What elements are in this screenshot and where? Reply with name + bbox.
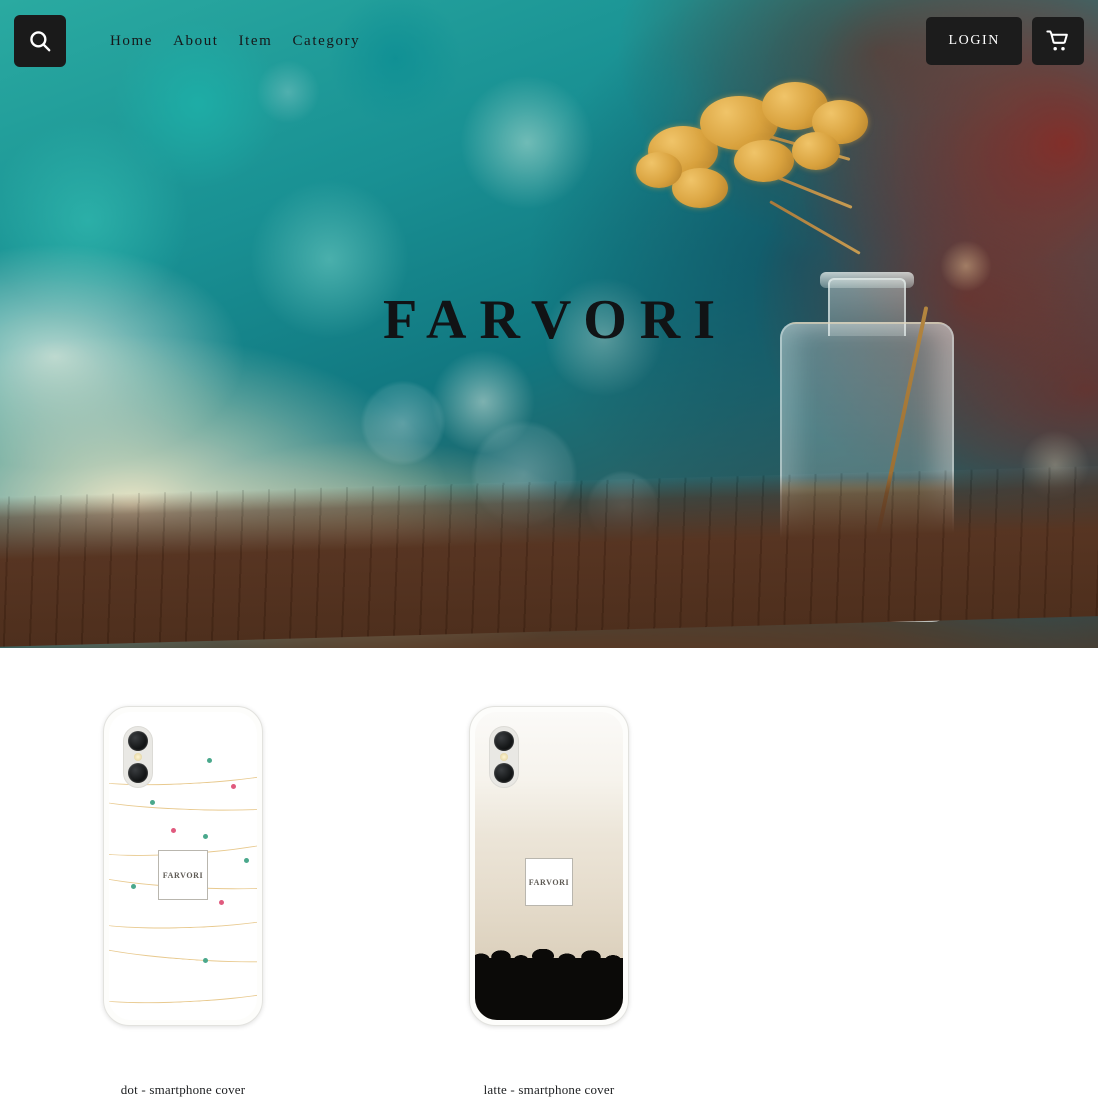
accent-dot bbox=[203, 834, 208, 839]
phone-case-art: FARVORI bbox=[475, 712, 623, 1020]
product-slot-empty bbox=[732, 706, 1098, 1098]
login-button[interactable]: LOGIN bbox=[926, 17, 1022, 65]
camera-flash bbox=[500, 753, 508, 761]
camera-flash bbox=[134, 753, 142, 761]
gold-wave-line bbox=[109, 928, 257, 968]
product-image-latte: FARVORI bbox=[469, 706, 629, 1026]
accent-dot bbox=[231, 784, 236, 789]
camera-lens bbox=[128, 731, 148, 751]
flower-head bbox=[734, 140, 794, 182]
camera-module bbox=[489, 726, 519, 788]
case-logo-box: FARVORI bbox=[158, 850, 208, 900]
camera-module bbox=[123, 726, 153, 788]
gold-wave-line bbox=[109, 1000, 257, 1020]
accent-dot bbox=[171, 828, 176, 833]
hero-section: Home About Item Category LOGIN FARVORI bbox=[0, 0, 1098, 648]
accent-dot bbox=[207, 758, 212, 763]
nav-item-item[interactable]: Item bbox=[239, 33, 273, 50]
case-logo-text: FARVORI bbox=[528, 877, 570, 887]
product-image-dot: FARVORI bbox=[103, 706, 263, 1026]
accent-dot bbox=[203, 958, 208, 963]
product-card-dot[interactable]: FARVORI dot - smartphone cover bbox=[0, 706, 366, 1098]
camera-lens bbox=[494, 763, 514, 783]
search-button[interactable] bbox=[14, 15, 66, 67]
search-icon bbox=[30, 31, 51, 52]
gold-wave-line bbox=[109, 968, 257, 1008]
product-card-latte[interactable]: FARVORI latte - smartphone cover bbox=[366, 706, 732, 1098]
phone-case-art: FARVORI bbox=[109, 712, 257, 1020]
header-actions: LOGIN bbox=[926, 17, 1084, 65]
flower-head bbox=[792, 132, 840, 170]
phone-case: FARVORI bbox=[103, 706, 263, 1026]
product-name: latte - smartphone cover bbox=[483, 1082, 615, 1097]
wooden-table-surface bbox=[0, 464, 1098, 648]
nav-item-category[interactable]: Category bbox=[292, 33, 360, 50]
site-header: Home About Item Category LOGIN bbox=[0, 0, 1098, 82]
main-navigation: Home About Item Category bbox=[110, 33, 360, 50]
accent-dot bbox=[244, 858, 249, 863]
shopping-cart-icon bbox=[1046, 30, 1068, 51]
cart-button[interactable] bbox=[1032, 17, 1084, 65]
phone-case: FARVORI bbox=[469, 706, 629, 1026]
accent-dot bbox=[219, 900, 224, 905]
accent-dot bbox=[150, 800, 155, 805]
case-logo-text: FARVORI bbox=[162, 870, 204, 880]
camera-lens bbox=[494, 731, 514, 751]
flower-head bbox=[636, 152, 682, 188]
product-grid: FARVORI dot - smartphone cover FARVORI l… bbox=[0, 648, 1098, 1098]
camera-lens bbox=[128, 763, 148, 783]
hero-title: FARVORI bbox=[382, 289, 729, 351]
accent-dot bbox=[131, 884, 136, 889]
black-ink-band bbox=[475, 958, 623, 1020]
case-logo-box: FARVORI bbox=[525, 858, 573, 906]
bottle-lip bbox=[820, 272, 914, 288]
product-name: dot - smartphone cover bbox=[120, 1082, 246, 1097]
nav-item-home[interactable]: Home bbox=[110, 33, 153, 50]
nav-item-about[interactable]: About bbox=[173, 33, 219, 50]
